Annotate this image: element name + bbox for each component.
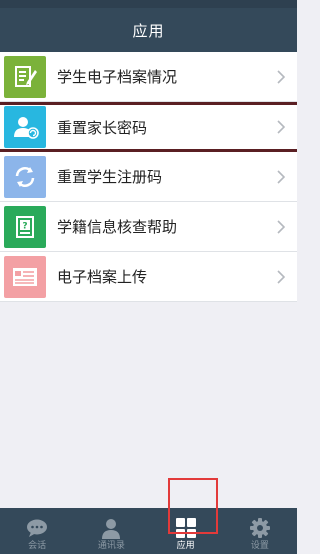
help-document-icon: ?	[4, 205, 46, 248]
tab-apps[interactable]: 应用	[149, 508, 223, 554]
document-edit-icon	[4, 55, 46, 98]
list-item-enrollment-check-help[interactable]: ? 学籍信息核查帮助	[0, 202, 297, 252]
chevron-right-icon	[271, 269, 291, 284]
chevron-right-icon	[271, 120, 291, 134]
tab-chat[interactable]: 会话	[0, 508, 74, 554]
list-item-reset-student-code[interactable]: 重置学生注册码	[0, 152, 297, 202]
gear-icon	[248, 516, 272, 540]
list-item-label: 电子档案上传	[57, 268, 148, 286]
tab-label: 设置	[250, 541, 269, 551]
refresh-icon	[4, 155, 46, 198]
apps-grid-icon	[174, 516, 198, 540]
list-item-label: 学生电子档案情况	[57, 68, 178, 86]
list-item-reset-parent-password[interactable]: 重置家长密码	[0, 102, 297, 152]
chevron-right-icon	[271, 69, 291, 84]
chevron-right-icon	[271, 169, 291, 184]
app-screen: 应用 学生电子档案情况 重置家长密码 重置学生注册码 ? 学籍信息核查帮助 电子…	[0, 0, 297, 554]
user-refresh-icon	[4, 106, 46, 148]
contacts-icon	[99, 516, 123, 540]
page-title: 应用	[132, 21, 165, 40]
tab-label: 会话	[28, 541, 47, 551]
list-item-label: 重置家长密码	[57, 118, 148, 137]
svg-text:?: ?	[22, 221, 27, 231]
list-item-label: 重置学生注册码	[57, 168, 163, 186]
tab-label: 应用	[176, 541, 195, 551]
bottom-tab-bar: 会话 通讯录 应用 设置	[0, 508, 297, 554]
list-item-archive-upload[interactable]: 电子档案上传	[0, 252, 297, 302]
chat-icon	[25, 516, 49, 540]
upload-card-icon	[4, 255, 46, 298]
app-list: 学生电子档案情况 重置家长密码 重置学生注册码 ? 学籍信息核查帮助 电子档案上…	[0, 52, 297, 302]
tab-settings[interactable]: 设置	[223, 508, 297, 554]
list-item-student-archive[interactable]: 学生电子档案情况	[0, 52, 297, 102]
list-item-label: 学籍信息核查帮助	[57, 218, 178, 236]
status-bar	[0, 0, 297, 8]
header-bar: 应用	[0, 8, 297, 52]
tab-contacts[interactable]: 通讯录	[74, 508, 148, 554]
tab-label: 通讯录	[97, 541, 125, 551]
chevron-right-icon	[271, 219, 291, 234]
